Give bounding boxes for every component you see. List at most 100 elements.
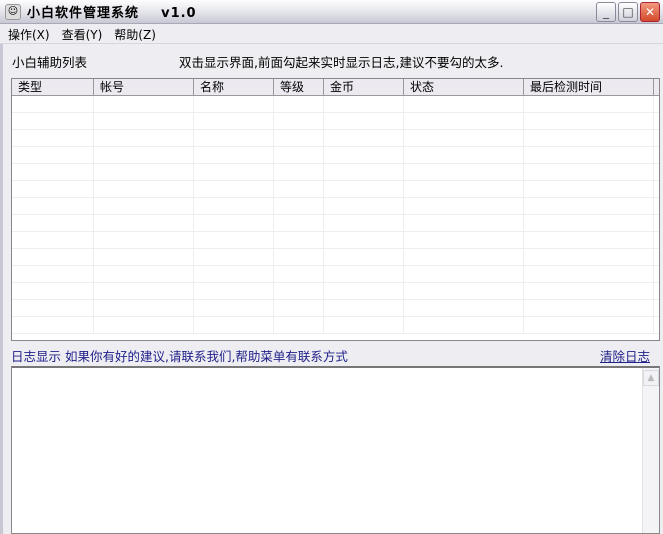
table-cell bbox=[12, 283, 94, 299]
table-cell bbox=[274, 249, 324, 265]
table-cell bbox=[324, 130, 404, 146]
minimize-button[interactable]: _ bbox=[596, 2, 616, 22]
table-cell bbox=[524, 232, 654, 248]
table-row bbox=[12, 181, 659, 198]
table-cell bbox=[274, 164, 324, 180]
table-cell bbox=[404, 317, 524, 333]
menu-help[interactable]: 帮助(Z) bbox=[114, 26, 156, 43]
log-textarea[interactable]: ▲ bbox=[11, 366, 660, 534]
table-cell bbox=[324, 300, 404, 316]
log-scrollbar[interactable]: ▲ bbox=[642, 368, 659, 533]
table-body bbox=[12, 96, 659, 334]
table-cell bbox=[12, 130, 94, 146]
table-cell bbox=[94, 130, 194, 146]
column-status[interactable]: 状态 bbox=[404, 79, 524, 95]
table-cell bbox=[404, 164, 524, 180]
account-table[interactable]: 类型 帐号 名称 等级 金币 状态 最后检测时间 bbox=[11, 78, 660, 341]
clear-log-link[interactable]: 清除日志 bbox=[600, 346, 650, 365]
column-gold[interactable]: 金币 bbox=[324, 79, 404, 95]
table-row bbox=[12, 164, 659, 181]
table-cell bbox=[94, 266, 194, 282]
table-cell bbox=[194, 198, 274, 214]
table-cell bbox=[324, 283, 404, 299]
table-cell bbox=[404, 113, 524, 129]
log-label: 日志显示 如果你有好的建议,请联系我们,帮助菜单有联系方式 bbox=[11, 349, 348, 364]
table-cell bbox=[324, 198, 404, 214]
table-cell bbox=[194, 181, 274, 197]
column-type[interactable]: 类型 bbox=[12, 79, 94, 95]
table-cell bbox=[194, 300, 274, 316]
table-cell bbox=[94, 113, 194, 129]
table-row bbox=[12, 147, 659, 164]
table-row bbox=[12, 283, 659, 300]
table-row bbox=[12, 130, 659, 147]
table-cell bbox=[324, 266, 404, 282]
table-cell bbox=[524, 96, 654, 112]
list-label: 小白辅助列表 bbox=[12, 55, 88, 70]
table-cell bbox=[324, 317, 404, 333]
table-cell bbox=[94, 164, 194, 180]
table-cell bbox=[274, 96, 324, 112]
column-level[interactable]: 等级 bbox=[274, 79, 324, 95]
table-cell bbox=[12, 164, 94, 180]
table-cell bbox=[404, 300, 524, 316]
table-cell bbox=[94, 317, 194, 333]
table-cell bbox=[324, 164, 404, 180]
table-cell bbox=[274, 266, 324, 282]
table-cell bbox=[404, 249, 524, 265]
table-cell bbox=[194, 283, 274, 299]
title-bar: ☺ 小白软件管理系统 v1.0 _ □ ✕ bbox=[0, 0, 663, 24]
table-cell bbox=[94, 300, 194, 316]
table-cell bbox=[324, 215, 404, 231]
close-button[interactable]: ✕ bbox=[640, 2, 660, 22]
table-cell bbox=[194, 130, 274, 146]
table-cell bbox=[274, 147, 324, 163]
table-cell bbox=[524, 215, 654, 231]
table-cell bbox=[274, 317, 324, 333]
table-cell bbox=[194, 96, 274, 112]
table-row bbox=[12, 232, 659, 249]
column-last-check[interactable]: 最后检测时间 bbox=[524, 79, 654, 95]
column-name[interactable]: 名称 bbox=[194, 79, 274, 95]
table-cell bbox=[524, 198, 654, 214]
maximize-button[interactable]: □ bbox=[618, 2, 638, 22]
table-cell bbox=[274, 130, 324, 146]
table-row bbox=[12, 317, 659, 334]
scroll-up-icon[interactable]: ▲ bbox=[643, 370, 659, 386]
menu-operate[interactable]: 操作(X) bbox=[8, 26, 50, 43]
table-cell bbox=[194, 113, 274, 129]
table-cell bbox=[274, 198, 324, 214]
table-row bbox=[12, 198, 659, 215]
table-cell bbox=[404, 283, 524, 299]
table-cell bbox=[94, 249, 194, 265]
table-cell bbox=[194, 147, 274, 163]
table-cell bbox=[524, 181, 654, 197]
table-cell bbox=[404, 215, 524, 231]
table-row bbox=[12, 96, 659, 113]
table-cell bbox=[324, 147, 404, 163]
app-icon: ☺ bbox=[5, 3, 21, 20]
table-cell bbox=[94, 96, 194, 112]
table-cell bbox=[274, 283, 324, 299]
list-hint: 双击显示界面,前面勾起来实时显示日志,建议不要勾的太多. bbox=[179, 55, 504, 70]
table-cell bbox=[12, 232, 94, 248]
table-cell bbox=[524, 317, 654, 333]
table-row bbox=[12, 266, 659, 283]
table-cell bbox=[194, 249, 274, 265]
window-border bbox=[0, 44, 3, 534]
table-cell bbox=[524, 249, 654, 265]
table-row bbox=[12, 215, 659, 232]
table-cell bbox=[12, 249, 94, 265]
menu-view[interactable]: 查看(Y) bbox=[62, 26, 103, 43]
table-cell bbox=[194, 266, 274, 282]
table-cell bbox=[524, 147, 654, 163]
table-cell bbox=[12, 147, 94, 163]
table-cell bbox=[12, 96, 94, 112]
column-account[interactable]: 帐号 bbox=[94, 79, 194, 95]
table-cell bbox=[94, 232, 194, 248]
table-cell bbox=[274, 215, 324, 231]
table-cell bbox=[324, 249, 404, 265]
table-cell bbox=[94, 283, 194, 299]
menu-bar: 操作(X) 查看(Y) 帮助(Z) bbox=[0, 25, 663, 44]
table-cell bbox=[404, 96, 524, 112]
